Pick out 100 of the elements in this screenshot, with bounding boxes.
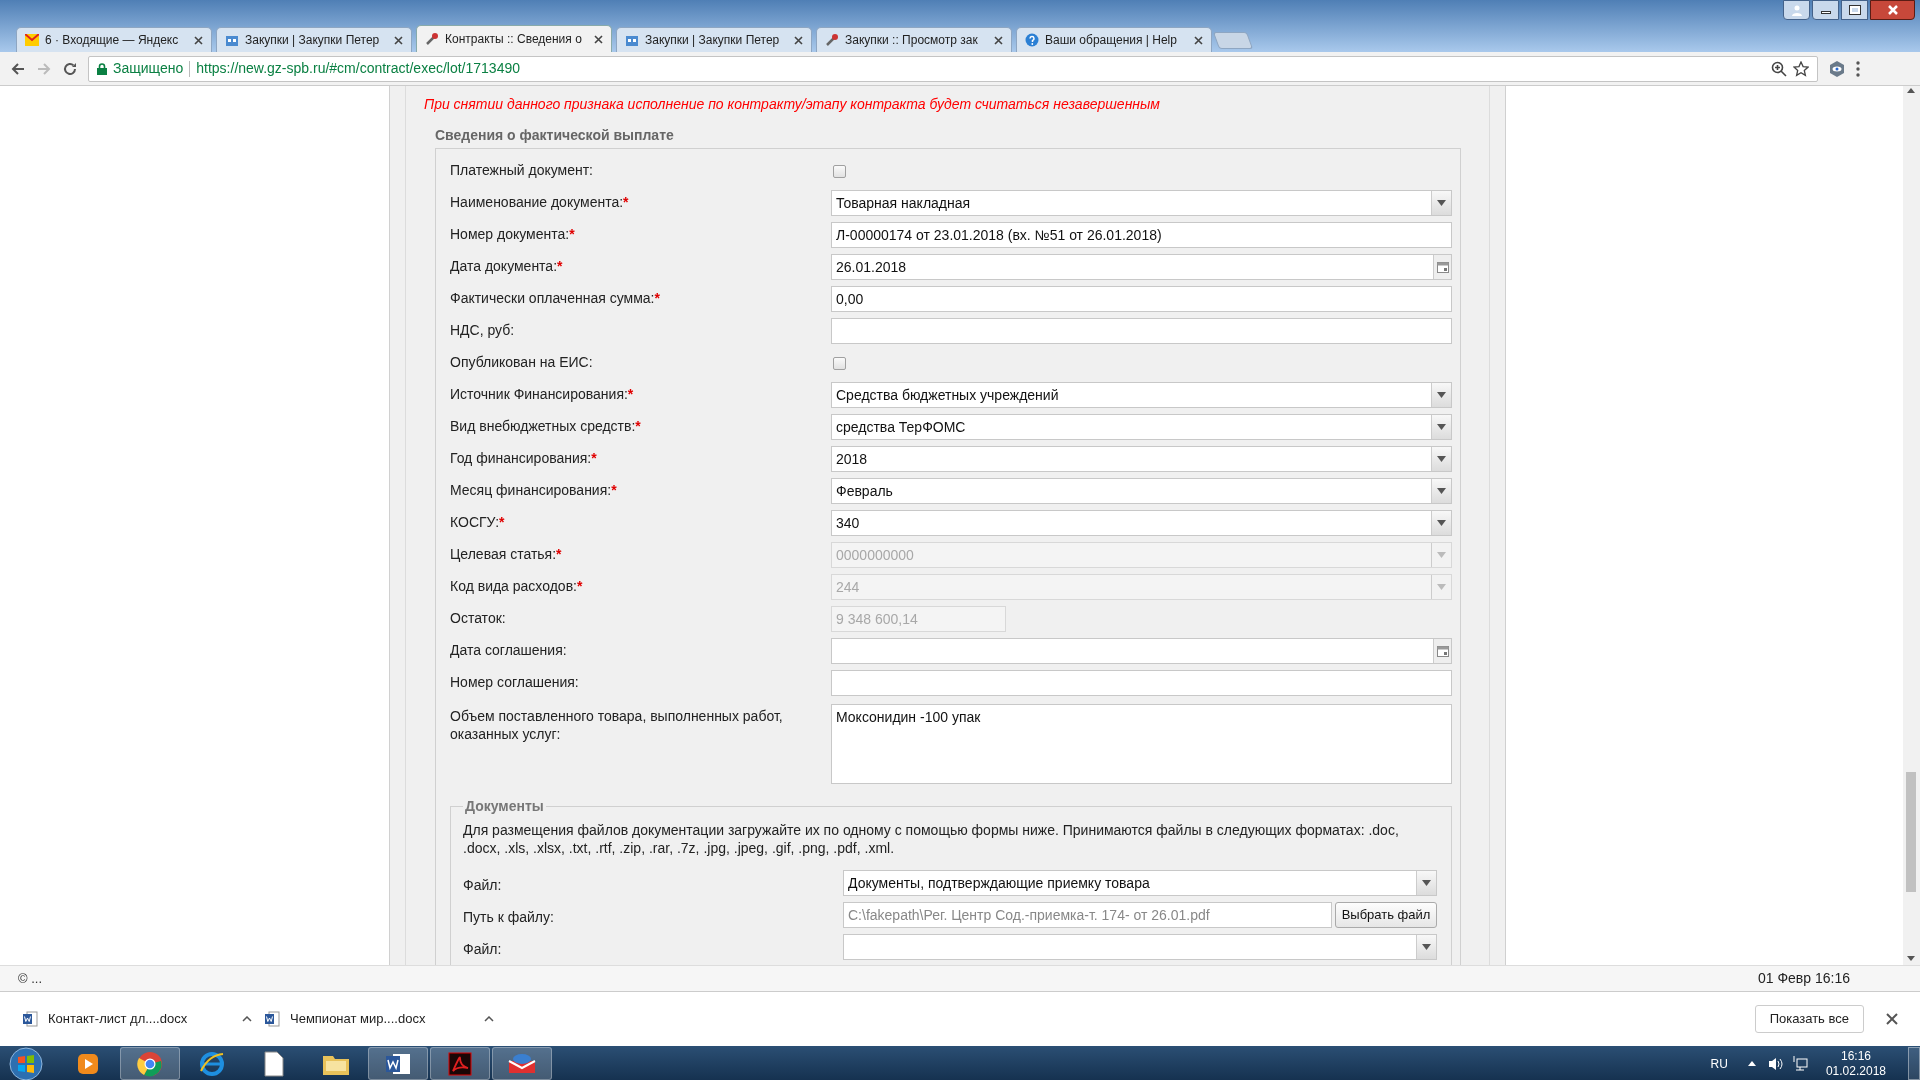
text-field[interactable] (831, 318, 1452, 344)
section-title: Сведения о фактической выплате (435, 126, 675, 145)
download-item[interactable]: Контакт-лист дл....docx (22, 1009, 252, 1029)
chevron-down-icon (1431, 415, 1451, 439)
back-icon[interactable] (10, 60, 26, 77)
document-icon (264, 1011, 280, 1027)
start-button[interactable] (8, 1046, 44, 1080)
security-label: Защищено (113, 59, 184, 78)
close-icon[interactable] (194, 35, 203, 45)
caret-up-icon[interactable] (484, 1016, 494, 1022)
volume-icon[interactable] (1767, 1056, 1784, 1071)
clock[interactable]: 16:16 01.02.2018 (1825, 1048, 1886, 1079)
file-path-field[interactable]: C:\fakepath\Рег. Центр Сод.-приемка-т. 174- от 26.01.pdf (843, 902, 1332, 928)
field-label: Объем поставленного товара, выполненных работ, оказанных услуг: (450, 708, 783, 742)
browser-tab[interactable]: Закупки :: Просмотр зак (816, 27, 1012, 52)
date-field[interactable]: 26.01.2018 (831, 254, 1452, 280)
checkbox[interactable] (833, 164, 846, 178)
text-field[interactable] (831, 670, 1452, 696)
field-label: Дата документа:* (450, 258, 563, 274)
field-label: Фактически оплаченная сумма:* (450, 290, 660, 306)
dropdown-field[interactable]: Товарная накладная (831, 190, 1452, 216)
mail-client-button[interactable] (492, 1047, 552, 1080)
show-hidden-icons-icon[interactable] (1747, 1061, 1756, 1066)
dropdown-field[interactable]: Документы, подтверждающие приемку товара (843, 870, 1437, 896)
scrollbar[interactable] (1903, 86, 1920, 965)
menu-icon[interactable] (1856, 60, 1860, 77)
chevron-down-icon (1431, 383, 1451, 407)
chevron-down-icon (1431, 447, 1451, 471)
choose-file-button[interactable]: Выбрать файл (1335, 902, 1437, 928)
checkbox[interactable] (833, 356, 846, 370)
browser-tab[interactable]: Ваши обращения | Help (1016, 27, 1212, 52)
download-item[interactable]: Чемпионат мир....docx (264, 1009, 494, 1029)
word-button[interactable] (368, 1047, 428, 1080)
dropdown-field[interactable]: 2018 (831, 446, 1452, 472)
field-label: Номер документа:* (450, 226, 575, 242)
browser-tab[interactable]: Закупки | Закупки Петер (616, 27, 812, 52)
pdf-icon (448, 1051, 472, 1076)
field-label: Целевая статья:* (450, 546, 562, 562)
building-icon (625, 33, 639, 47)
field-label: Опубликован на ЕИС: (450, 354, 593, 370)
tools-icon (825, 33, 839, 47)
field-label: Вид внебюджетных средств:* (450, 418, 641, 434)
dropdown-field[interactable]: 340 (831, 510, 1452, 536)
browser-tab[interactable]: 6 · Входящие — Яндекс (16, 27, 212, 52)
document-icon (264, 1050, 284, 1077)
network-icon[interactable] (1791, 1056, 1808, 1071)
document-icon (22, 1011, 38, 1027)
show-desktop-button[interactable] (1908, 1047, 1920, 1080)
pdf-reader-button[interactable] (430, 1047, 490, 1080)
person-icon (1790, 4, 1803, 16)
close-icon[interactable] (994, 35, 1003, 45)
field-label: Платежный документ: (450, 162, 593, 178)
dropdown-field[interactable]: средства ТерФОМС (831, 414, 1452, 440)
maximize-icon (1849, 6, 1860, 14)
field-label: Остаток: (450, 610, 506, 626)
field-label: Месяц финансирования:* (450, 482, 617, 498)
text-field[interactable]: 0,00 (831, 286, 1452, 312)
date-field[interactable] (831, 638, 1452, 664)
browser-tab[interactable]: Контракты :: Сведения о (416, 25, 612, 52)
language-indicator[interactable]: RU (1710, 1054, 1728, 1073)
dropdown-field[interactable]: Февраль (831, 478, 1452, 504)
profile-button[interactable] (1783, 0, 1810, 20)
reload-icon[interactable] (62, 60, 78, 77)
dropdown-field[interactable]: Средства бюджетных учреждений (831, 382, 1452, 408)
browser-button[interactable] (120, 1047, 180, 1080)
text-area[interactable]: Моксонидин -100 упак (831, 704, 1452, 784)
star-icon[interactable] (1793, 60, 1809, 77)
browser-tab[interactable]: Закупки | Закупки Петер (216, 27, 412, 52)
close-icon[interactable] (394, 35, 403, 45)
calendar-icon[interactable] (1433, 639, 1451, 663)
building-icon (225, 33, 239, 47)
lock-icon (97, 62, 107, 75)
zoom-icon[interactable] (1771, 60, 1787, 77)
address-bar[interactable]: Защищено https://new.gz-spb.ru/#cm/contract/exec/lot/1713490 (88, 55, 1818, 82)
close-icon[interactable] (594, 34, 603, 44)
close-button[interactable] (1870, 0, 1915, 20)
close-icon[interactable] (794, 35, 803, 45)
calendar-icon[interactable] (1433, 255, 1451, 279)
status-date: 01 Февр 16:16 (1757, 969, 1850, 988)
close-icon (1886, 5, 1899, 15)
close-icon[interactable] (1194, 35, 1203, 45)
warning-text: При снятии данного признака исполнение по контракту/этапу контракта будет считаться незавершенным (424, 95, 1161, 114)
eye-icon[interactable] (1828, 59, 1846, 78)
field-label: Наименование документа:* (450, 194, 629, 210)
text-field[interactable]: Л-00000174 от 23.01.2018 (вх. №51 от 26.01.2018) (831, 222, 1452, 248)
show-all-button[interactable]: Показать все (1754, 1005, 1864, 1033)
chevron-down-icon (1431, 191, 1451, 215)
caret-up-icon[interactable] (242, 1016, 252, 1022)
chevron-down-icon (1431, 479, 1451, 503)
word-icon (385, 1051, 411, 1076)
help-icon (1025, 33, 1039, 47)
dropdown-field[interactable] (843, 934, 1437, 960)
maximize-button[interactable] (1841, 0, 1868, 20)
url-text: https://new.gz-spb.ru/#cm/contract/exec/lot/1713490 (196, 59, 520, 78)
field-label: КОСГУ:* (450, 514, 505, 530)
close-icon[interactable] (1886, 1013, 1898, 1025)
minimize-button[interactable] (1812, 0, 1839, 20)
field-label: Код вида расходов:* (450, 578, 583, 594)
minimize-icon (1820, 11, 1831, 14)
play-icon (76, 1051, 100, 1076)
